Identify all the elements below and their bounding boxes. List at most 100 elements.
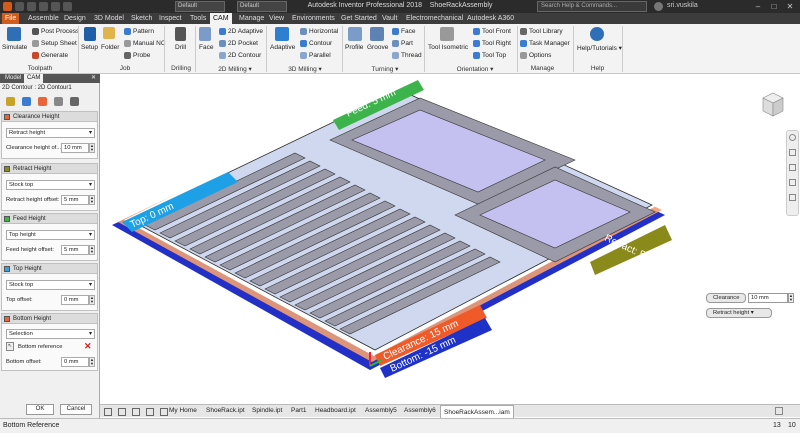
viewcube-icon[interactable]	[762, 92, 784, 118]
steering-wheel-icon[interactable]	[789, 134, 796, 141]
clearance-from-select[interactable]: Retract height ▾	[6, 128, 95, 138]
folder-button[interactable]: Folder	[101, 44, 119, 51]
tab-manage[interactable]: Manage	[236, 13, 267, 24]
cascade-icon[interactable]	[118, 408, 126, 416]
restore-icon[interactable]	[775, 407, 783, 415]
doc-tab-headboard[interactable]: Headboard.ipt	[315, 407, 356, 414]
retract-from-select[interactable]: Stock top ▾	[6, 180, 95, 190]
tab-3d-model[interactable]: 3D Model	[91, 13, 127, 24]
manual-nc-button[interactable]: Manual NC	[133, 40, 166, 47]
windows-icon[interactable]	[146, 408, 154, 416]
group-turning[interactable]: Turning ▾	[360, 65, 410, 73]
bottom-from-select[interactable]: Selection ▾	[6, 329, 95, 339]
tool-library-button[interactable]: Tool Library	[529, 28, 563, 35]
clearance-value-spinner[interactable]: ▲ ▼	[788, 293, 794, 303]
passes-tab-icon[interactable]	[54, 97, 63, 106]
tool-front-button[interactable]: Tool Front	[482, 28, 511, 35]
post-process-button[interactable]: Post Process	[41, 28, 79, 35]
retract-offset-input[interactable]: 5 mm	[61, 195, 89, 205]
tab-model[interactable]: Model	[2, 74, 24, 83]
task-manager-button[interactable]: Task Manager	[529, 40, 570, 47]
clearance-offset-spinner[interactable]: ▲ ▼	[89, 143, 95, 153]
turn-face-button[interactable]: Face	[401, 28, 415, 35]
doc-tab-part1[interactable]: Part1	[291, 407, 307, 414]
pattern-button[interactable]: Pattern	[133, 28, 154, 35]
tab-file[interactable]: File	[2, 13, 20, 24]
doc-tab-assembly6[interactable]: Assembly6	[404, 407, 436, 414]
close-icon[interactable]: ✕	[784, 0, 796, 13]
tool-tab-icon[interactable]	[6, 97, 15, 106]
drill-button[interactable]: Drill	[175, 44, 186, 51]
orbit-icon[interactable]	[789, 179, 796, 186]
thread-button[interactable]: Thread	[401, 52, 422, 59]
face-button[interactable]: Face	[199, 44, 213, 51]
geometry-tab-icon[interactable]	[22, 97, 31, 106]
options-button[interactable]: Options	[529, 52, 551, 59]
tab-electromechanical[interactable]: Electromechanical	[403, 13, 466, 24]
pan-icon[interactable]	[789, 149, 796, 156]
adaptive-button[interactable]: Adaptive	[270, 44, 295, 51]
tab-cam[interactable]: CAM	[210, 13, 232, 24]
graphics-viewport[interactable]: Feed: 5 mm Top: 0 mm Retract: 5 mm Clear…	[100, 74, 800, 404]
arrange-icon[interactable]	[132, 408, 140, 416]
feed-offset-input[interactable]: 5 mm	[61, 245, 89, 255]
retract-height-chip[interactable]: Retract height ▾	[706, 308, 772, 318]
contour-button[interactable]: Contour	[309, 40, 332, 47]
tab-inspect[interactable]: Inspect	[156, 13, 185, 24]
profile-button[interactable]: Profile	[345, 44, 363, 51]
help-tutorials-button[interactable]: Help/Tutorials ▾	[577, 44, 622, 52]
horizontal-button[interactable]: Horizontal	[309, 28, 338, 35]
tool-isometric-button[interactable]: Tool Isometric	[428, 44, 468, 51]
2d-contour-button[interactable]: 2D Contour	[228, 52, 261, 59]
tab-cam-panel[interactable]: CAM	[24, 74, 44, 83]
tab-assemble[interactable]: Assemble	[25, 13, 62, 24]
tool-top-button[interactable]: Tool Top	[482, 52, 506, 59]
tool-right-button[interactable]: Tool Right	[482, 40, 511, 47]
clearance-value-input[interactable]: 10 mm	[748, 293, 788, 303]
doc-tab-shoerackassembly[interactable]: ShoeRackAssem...iam	[440, 405, 514, 418]
group-2d-milling[interactable]: 2D Milling ▾	[210, 65, 260, 73]
tab-vault[interactable]: Vault	[379, 13, 400, 24]
tab-view[interactable]: View	[266, 13, 287, 24]
feed-from-select[interactable]: Top height ▾	[6, 230, 95, 240]
heights-tab-icon[interactable]	[38, 97, 47, 106]
setup-button[interactable]: Setup	[81, 44, 98, 51]
model-view[interactable]: Feed: 5 mm Top: 0 mm Retract: 5 mm Clear…	[100, 74, 800, 404]
part-button[interactable]: Part	[401, 40, 413, 47]
search-input[interactable]: Search Help & Commands...	[537, 1, 647, 12]
bottom-offset-spinner[interactable]: ▲ ▼	[89, 357, 95, 367]
clear-selection-icon[interactable]: ✕	[84, 342, 93, 351]
tab-autodesk-a360[interactable]: Autodesk A360	[464, 13, 517, 24]
parallel-button[interactable]: Parallel	[309, 52, 331, 59]
look-at-icon[interactable]	[789, 194, 796, 201]
panel-close-icon[interactable]: ✕	[88, 74, 99, 83]
maximize-icon[interactable]: □	[768, 0, 780, 13]
doc-tab-shoerack[interactable]: ShoeRack.ipt	[206, 407, 245, 414]
top-from-select[interactable]: Stock top ▾	[6, 280, 95, 290]
ok-button[interactable]: OK	[26, 404, 54, 415]
tab-get-started[interactable]: Get Started	[338, 13, 380, 24]
generate-button[interactable]: Generate	[41, 52, 68, 59]
retract-offset-spinner[interactable]: ▲ ▼	[89, 195, 95, 205]
clearance-offset-input[interactable]: 10 mm	[61, 143, 89, 153]
groove-button[interactable]: Groove	[367, 44, 388, 51]
simulate-button[interactable]: Simulate	[2, 44, 27, 51]
tab-tools[interactable]: Tools	[187, 13, 209, 24]
doc-tab-assembly5[interactable]: Assembly5	[365, 407, 397, 414]
2d-adaptive-button[interactable]: 2D Adaptive	[228, 28, 263, 35]
group-orientation[interactable]: Orientation ▾	[445, 65, 505, 73]
tile-icon[interactable]	[104, 408, 112, 416]
feed-offset-spinner[interactable]: ▲ ▼	[89, 245, 95, 255]
top-offset-input[interactable]: 0 mm	[61, 295, 89, 305]
group-3d-milling[interactable]: 3D Milling ▾	[280, 65, 330, 73]
setup-sheet-button[interactable]: Setup Sheet	[41, 40, 77, 47]
cancel-button[interactable]: Cancel	[60, 404, 92, 415]
zoom-icon[interactable]	[789, 164, 796, 171]
top-offset-spinner[interactable]: ▲ ▼	[89, 295, 95, 305]
select-pointer-icon[interactable]: ↖	[6, 342, 14, 351]
doc-tab-spindle[interactable]: Spindle.ipt	[252, 407, 282, 414]
navigation-bar[interactable]	[786, 130, 799, 216]
clearance-chip[interactable]: Clearance	[706, 293, 746, 303]
tab-sketch[interactable]: Sketch	[128, 13, 155, 24]
2d-pocket-button[interactable]: 2D Pocket	[228, 40, 258, 47]
